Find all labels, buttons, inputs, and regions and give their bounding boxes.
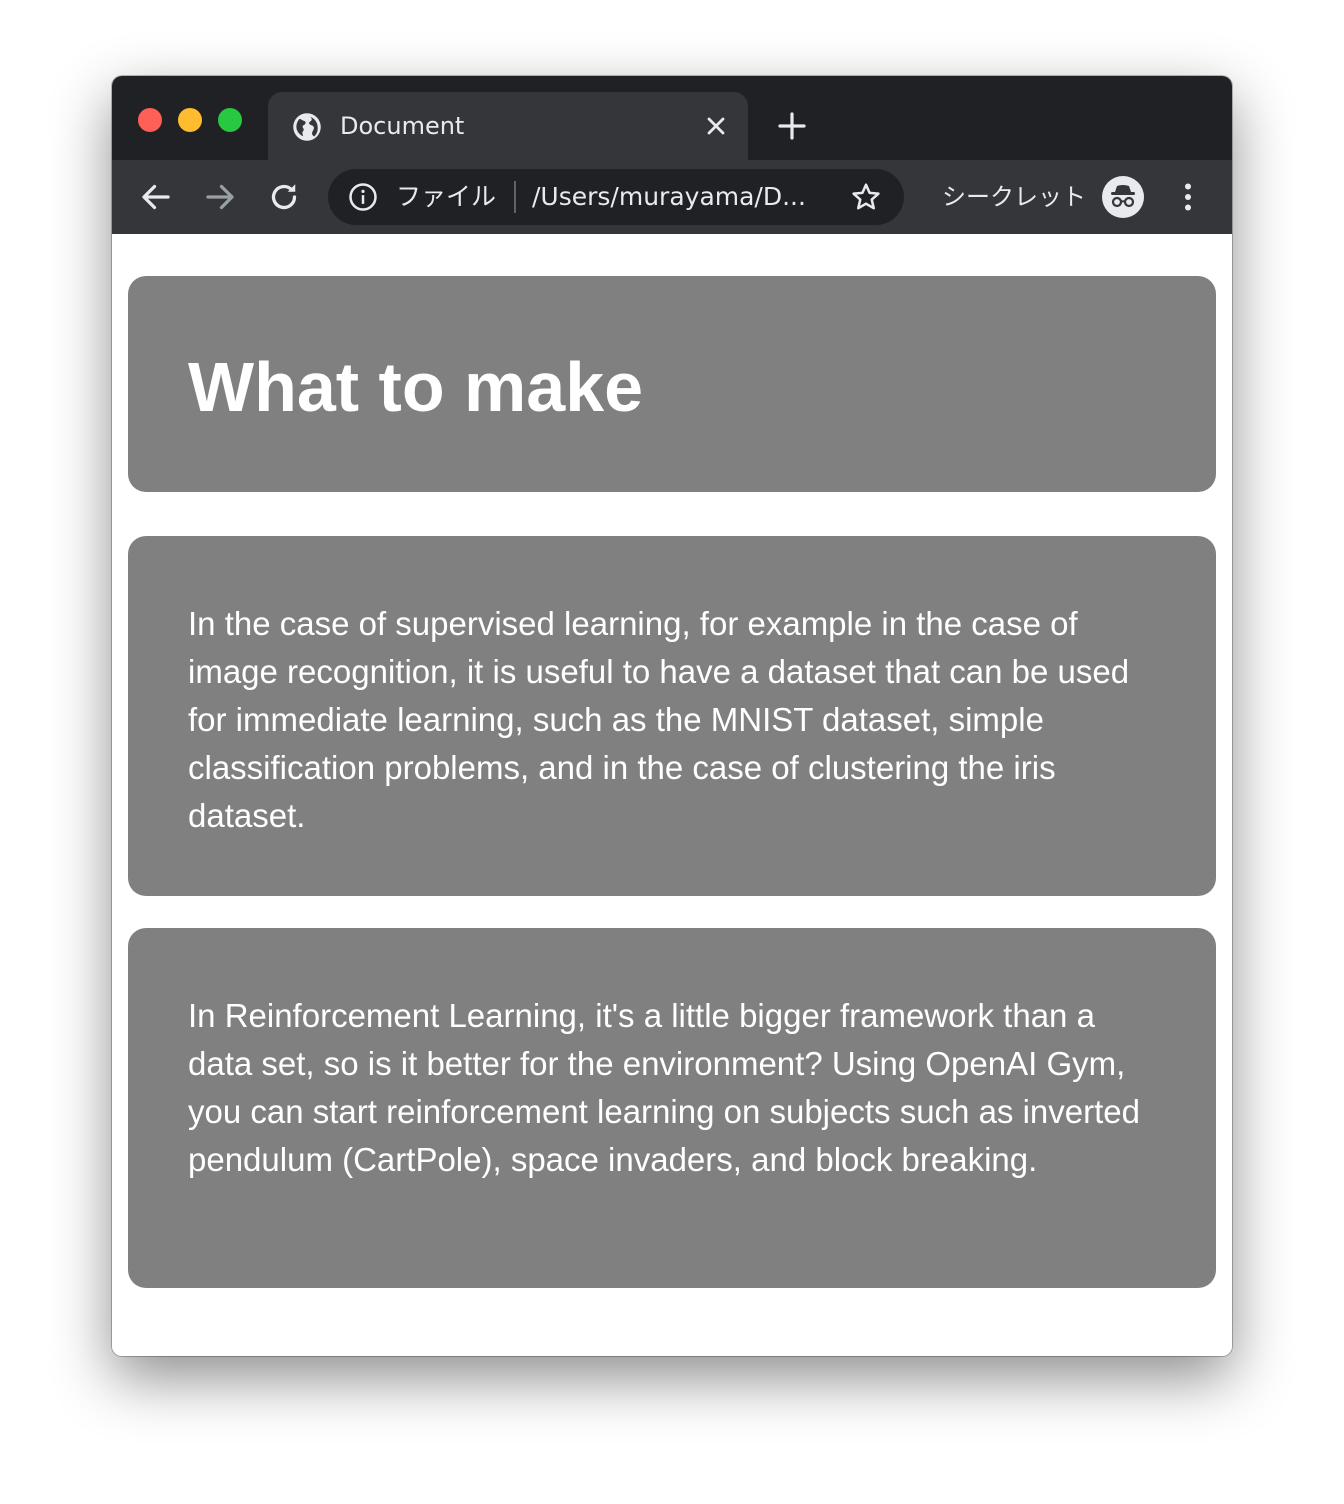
heading-card: What to make xyxy=(128,276,1216,492)
paragraph-card-reinforcement: In Reinforcement Learning, it's a little… xyxy=(128,928,1216,1288)
toolbar: ファイル /Users/murayama/D... シークレット xyxy=(112,160,1232,234)
page-title: What to make xyxy=(188,348,644,426)
url-scheme-label: ファイル xyxy=(396,182,497,211)
tab-document[interactable]: Document xyxy=(268,92,748,160)
window-close-button[interactable] xyxy=(138,108,162,132)
star-icon[interactable] xyxy=(850,181,882,213)
window-minimize-button[interactable] xyxy=(178,108,202,132)
paragraph-reinforcement: In Reinforcement Learning, it's a little… xyxy=(188,997,1141,1178)
plus-icon[interactable] xyxy=(776,110,808,142)
globe-icon xyxy=(293,113,321,141)
url-text[interactable]: /Users/murayama/D... xyxy=(532,180,832,214)
kebab-menu-icon[interactable] xyxy=(1174,179,1202,215)
page-viewport: What to make In the case of supervised l… xyxy=(112,234,1232,1356)
omnibox-separator xyxy=(514,181,516,213)
incognito-label[interactable]: シークレット xyxy=(942,180,1086,214)
incognito-icon[interactable] xyxy=(1102,176,1144,218)
forward-arrow-icon[interactable] xyxy=(202,179,238,215)
paragraph-supervised: In the case of supervised learning, for … xyxy=(188,605,1130,834)
window-maximize-button[interactable] xyxy=(218,108,242,132)
reload-icon[interactable] xyxy=(266,179,302,215)
browser-window: Document ファイル /Users/murayama/D... シークレッ… xyxy=(112,76,1232,1356)
tab-title: Document xyxy=(340,112,465,140)
tab-strip: Document xyxy=(112,76,1232,160)
close-icon[interactable] xyxy=(702,112,730,140)
back-arrow-icon[interactable] xyxy=(138,179,174,215)
info-icon[interactable] xyxy=(348,182,378,212)
paragraph-card-supervised: In the case of supervised learning, for … xyxy=(128,536,1216,896)
address-bar[interactable]: ファイル /Users/murayama/D... xyxy=(328,169,904,225)
